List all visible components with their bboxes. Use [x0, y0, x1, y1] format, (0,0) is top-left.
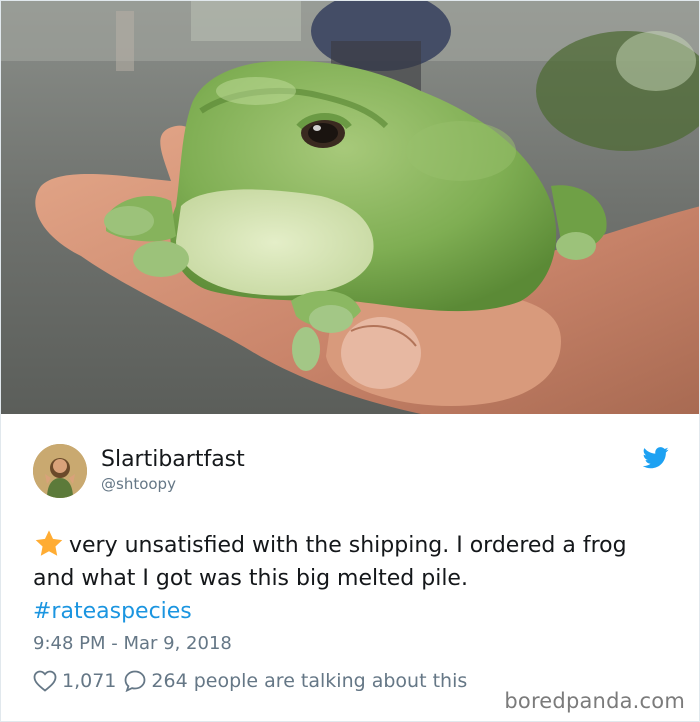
user-handle[interactable]: @shtoopy	[101, 475, 176, 493]
star-icon	[35, 530, 63, 556]
tweet-photo[interactable]	[1, 1, 699, 414]
likes-count[interactable]: 1,071	[62, 670, 116, 692]
display-name[interactable]: Slartibartfast	[101, 447, 245, 472]
avatar[interactable]	[33, 444, 87, 498]
frog-photo	[1, 1, 699, 414]
twitter-bird-icon[interactable]	[643, 447, 669, 469]
tweet-text: very unsatisfied with the shipping. I or…	[33, 529, 673, 628]
hashtag-link[interactable]: #rateaspecies	[33, 599, 192, 624]
avatar-image	[33, 444, 87, 498]
heart-icon[interactable]	[33, 670, 57, 692]
talking-count[interactable]: 264 people are talking about this	[151, 670, 467, 692]
reply-bubble-icon[interactable]	[124, 670, 146, 692]
watermark: boredpanda.com	[504, 689, 685, 713]
tweet-body: very unsatisfied with the shipping. I or…	[33, 533, 627, 591]
timestamp[interactable]: 9:48 PM - Mar 9, 2018	[33, 633, 232, 654]
tweet-card: Slartibartfast @shtoopy very unsatisfied…	[0, 0, 700, 722]
tweet-actions: 1,071 264 people are talking about this	[33, 667, 467, 695]
